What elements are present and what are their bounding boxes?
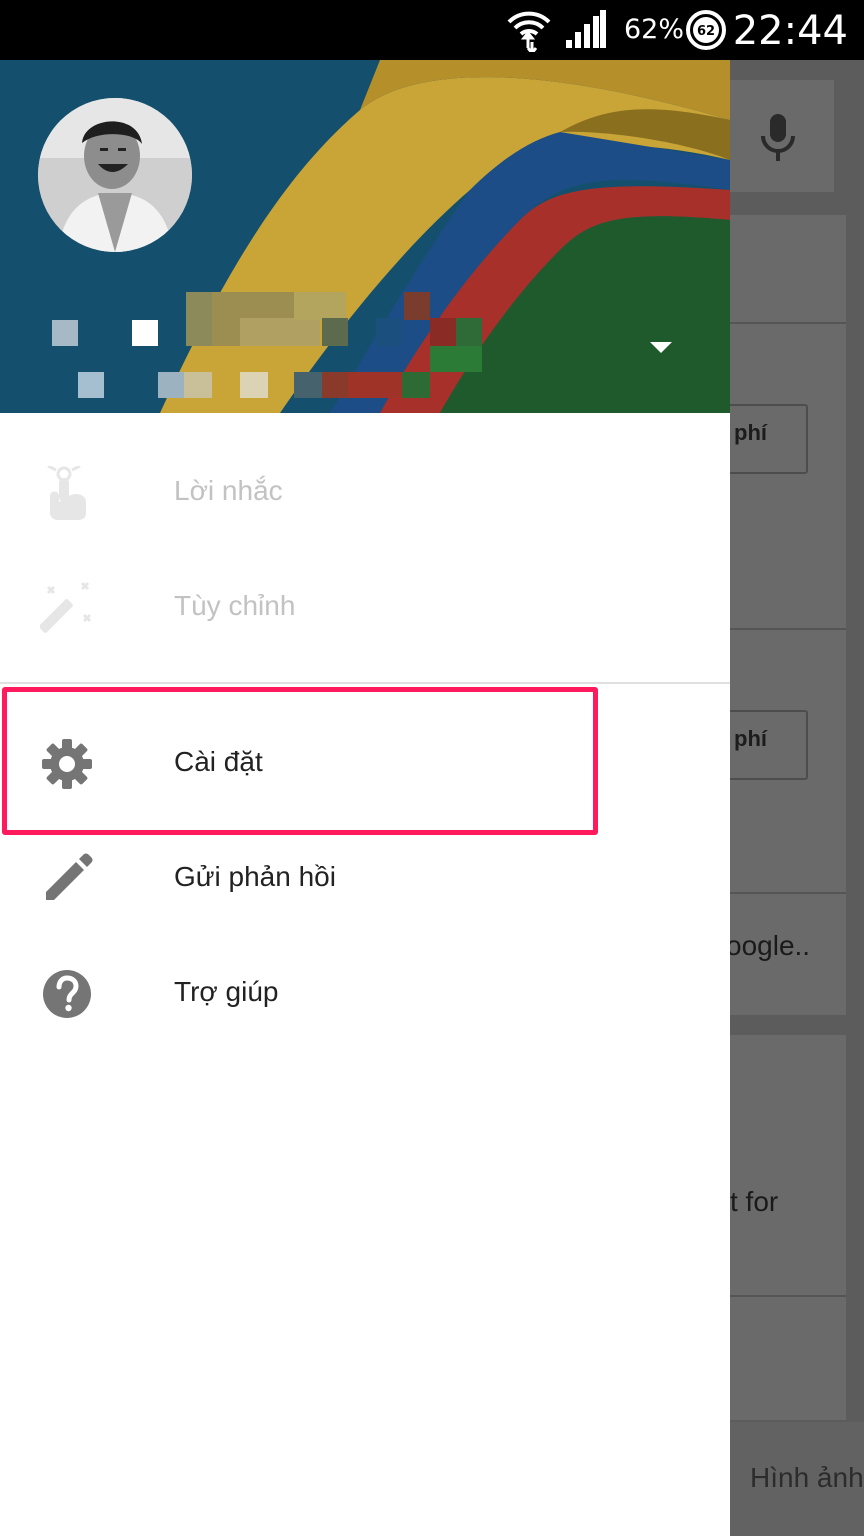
pencil-icon <box>46 853 93 900</box>
gear-icon <box>42 739 92 789</box>
account-switch-dropdown-icon[interactable] <box>650 342 672 353</box>
card-button-2[interactable]: phí <box>720 710 808 780</box>
avatar-photo <box>38 98 192 252</box>
menu-item-reminders-label: Lời nhắc <box>174 475 283 506</box>
card-text-2: t for <box>730 1186 779 1217</box>
wifi-icon <box>507 11 551 52</box>
content-card-2 <box>730 1035 846 1420</box>
clock: 22:44 <box>732 8 848 54</box>
magic-wand-icon <box>40 581 92 633</box>
menu-item-settings[interactable]: Cài đặt <box>0 704 730 819</box>
menu-item-feedback-label: Gửi phản hồi <box>174 861 336 892</box>
menu-item-customize[interactable]: Tùy chỉnh <box>0 548 730 663</box>
navigation-drawer: Lời nhắc Tùy chỉnh Cài đặt Gửi phản hồi … <box>0 60 730 1536</box>
battery-ring-text: 62 <box>697 24 715 39</box>
menu-item-help[interactable]: Trợ giúp <box>0 934 730 1049</box>
signal-icon <box>566 10 606 48</box>
menu-item-help-label: Trợ giúp <box>174 976 279 1007</box>
card-text-1: oogle.. <box>726 930 811 961</box>
microphone-icon[interactable] <box>758 114 798 164</box>
menu-item-customize-label: Tùy chỉnh <box>174 590 296 621</box>
help-icon <box>43 970 91 1018</box>
status-bar: 62% 62 22:44 <box>0 0 864 60</box>
menu-divider <box>0 682 730 684</box>
menu-item-reminders[interactable]: Lời nhắc <box>0 433 730 548</box>
avatar[interactable] <box>38 98 192 252</box>
menu-item-feedback[interactable]: Gửi phản hồi <box>0 819 730 934</box>
reminder-finger-icon <box>47 466 86 520</box>
battery-ring-icon: 62 <box>686 10 726 50</box>
bottom-tab-images[interactable]: Hình ảnh <box>750 1462 864 1494</box>
menu-item-settings-label: Cài đặt <box>174 746 263 777</box>
card-button-1-label: phí <box>734 420 767 445</box>
account-header[interactable] <box>0 60 730 413</box>
content-card <box>730 215 846 1015</box>
card-button-2-label: phí <box>734 726 767 751</box>
card-button-1[interactable]: phí <box>720 404 808 474</box>
search-bar-card <box>730 80 834 192</box>
background-app: phí phí oogle.. t for Hình ảnh <box>720 60 864 1536</box>
battery-percent: 62% <box>624 14 685 45</box>
